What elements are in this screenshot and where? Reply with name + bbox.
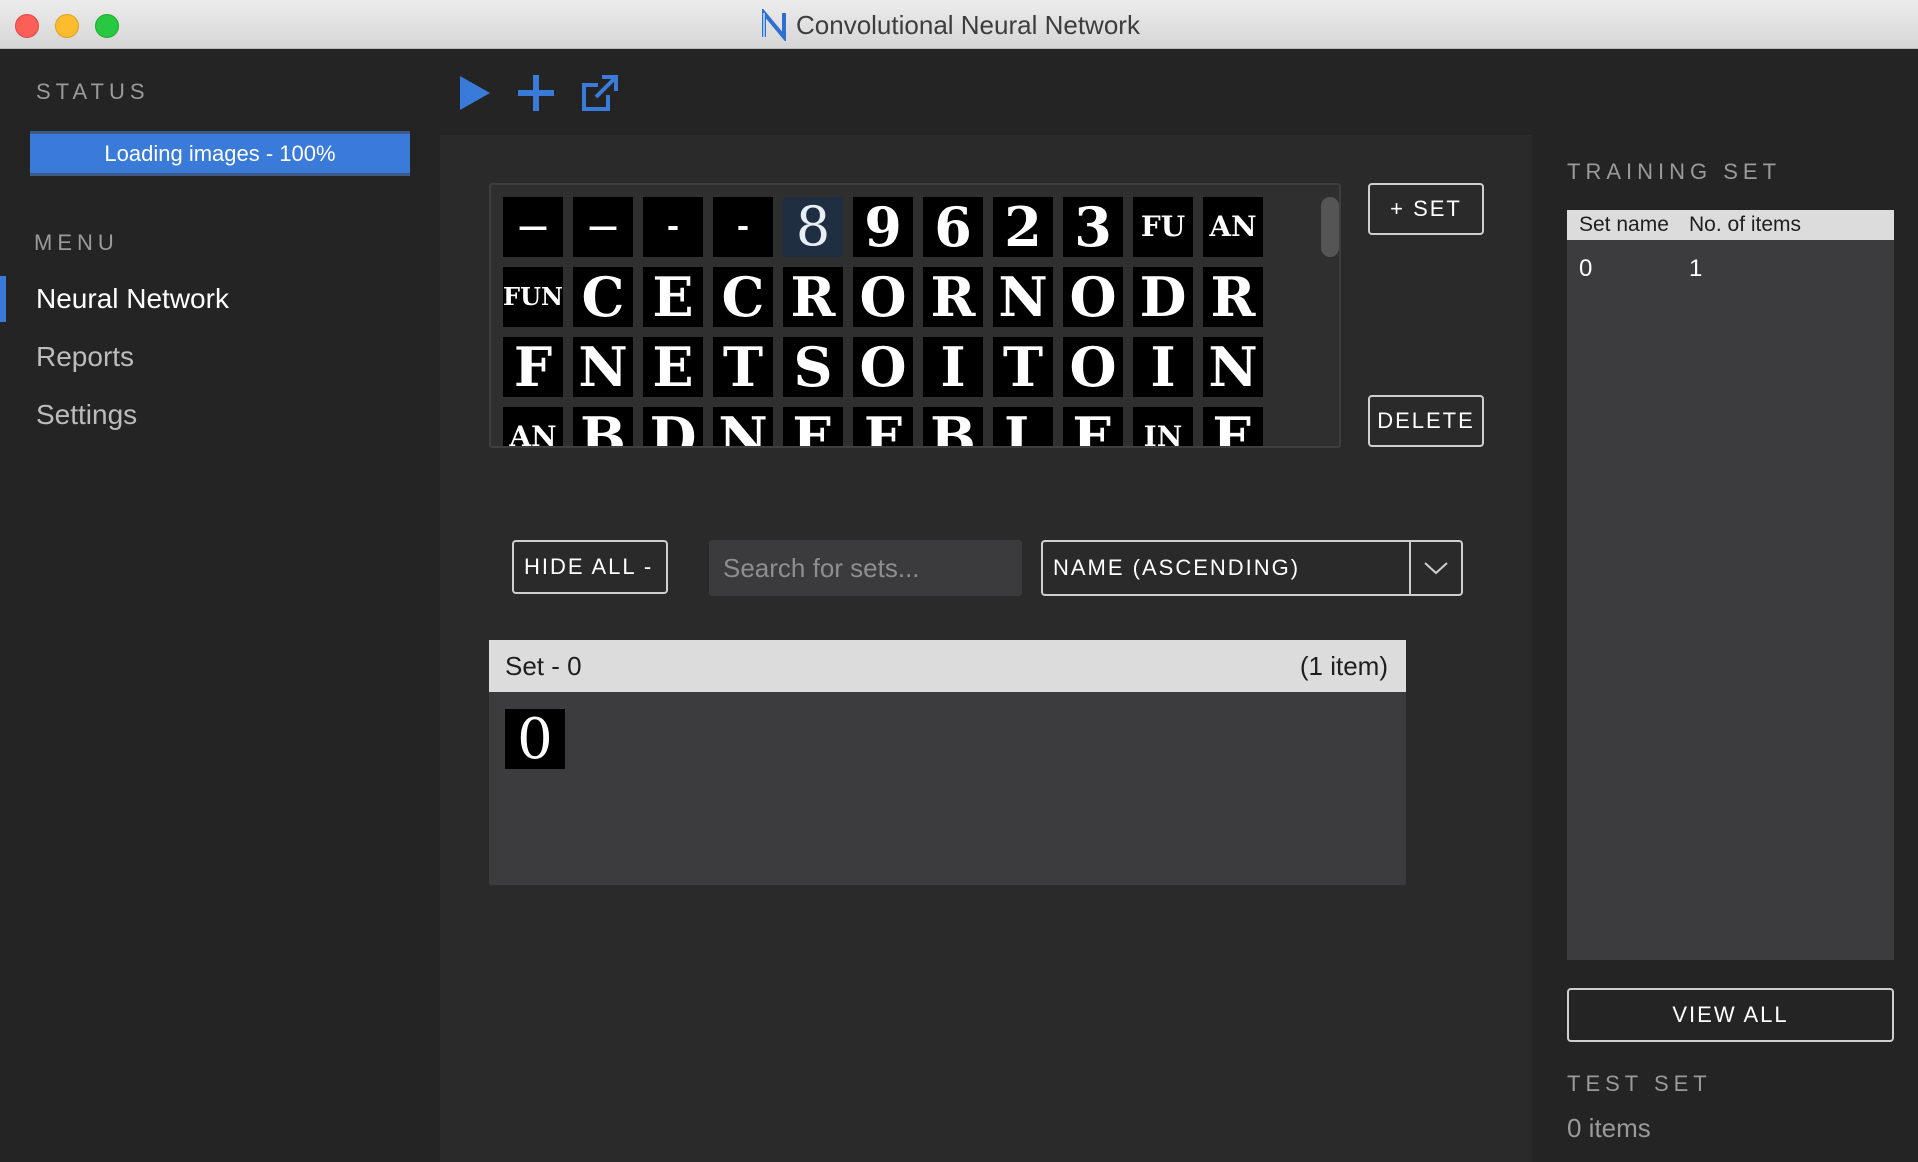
glyph-image[interactable]: R bbox=[923, 267, 983, 327]
glyph-image[interactable]: N bbox=[713, 407, 773, 446]
add-set-button[interactable]: + SET bbox=[1368, 183, 1484, 235]
active-menu-indicator bbox=[0, 276, 6, 322]
glyph-image[interactable]: T bbox=[713, 337, 773, 397]
toolbar bbox=[440, 49, 1918, 135]
minimize-window-button[interactable] bbox=[55, 14, 79, 38]
glyph-image[interactable]: 9 bbox=[853, 197, 913, 257]
glyph-image[interactable]: N bbox=[1203, 337, 1263, 397]
glyph-image[interactable]: I bbox=[1133, 337, 1193, 397]
sort-select-arrow[interactable] bbox=[1409, 542, 1461, 594]
glyph-image[interactable]: O bbox=[853, 267, 913, 327]
glyph-image[interactable]: — bbox=[573, 197, 633, 257]
app-logo-icon bbox=[762, 9, 786, 41]
glyph-image[interactable]: R bbox=[783, 267, 843, 327]
menu-item-neural-network[interactable]: Neural Network bbox=[36, 283, 229, 315]
chevron-down-icon bbox=[1424, 562, 1448, 575]
glyph-image[interactable]: R bbox=[1203, 267, 1263, 327]
hide-all-button[interactable]: HIDE ALL - bbox=[512, 540, 668, 594]
status-label: STATUS bbox=[36, 79, 150, 104]
plus-icon[interactable] bbox=[514, 71, 558, 115]
glyph-image[interactable]: E bbox=[1203, 407, 1263, 446]
glyph-image[interactable]: FUN bbox=[503, 267, 563, 327]
sidebar: STATUS Loading images - 100% MENU Neural… bbox=[0, 49, 440, 1162]
glyph-image[interactable]: E bbox=[643, 337, 703, 397]
glyph-image[interactable]: S bbox=[783, 337, 843, 397]
glyph-image[interactable]: B bbox=[573, 407, 633, 446]
zoom-window-button[interactable] bbox=[95, 14, 119, 38]
set-thumbnail[interactable]: 0 bbox=[505, 707, 565, 772]
view-all-button[interactable]: VIEW ALL bbox=[1567, 988, 1894, 1042]
title-bar: Convolutional Neural Network bbox=[0, 0, 1918, 49]
glyph-image[interactable]: D bbox=[643, 407, 703, 446]
menu-item-reports[interactable]: Reports bbox=[36, 341, 134, 373]
progress-text: Loading images - 100% bbox=[104, 140, 336, 166]
search-input[interactable] bbox=[723, 552, 1022, 584]
right-panel: TRAINING SET Set name No. of items 0 1 V… bbox=[1532, 135, 1918, 1162]
set-card[interactable]: Set - 0 (1 item) 0 bbox=[489, 640, 1406, 885]
search-box bbox=[709, 540, 1022, 596]
glyph-image[interactable]: N bbox=[993, 267, 1053, 327]
set-card-header[interactable]: Set - 0 (1 item) bbox=[489, 640, 1406, 692]
training-set-label: TRAINING SET bbox=[1567, 159, 1782, 184]
glyph-image[interactable]: 6 bbox=[923, 197, 983, 257]
glyph-image[interactable]: 3 bbox=[1063, 197, 1123, 257]
glyph-image[interactable]: O bbox=[853, 337, 913, 397]
table-row[interactable]: 0 1 bbox=[1567, 240, 1894, 298]
menu-label: MENU bbox=[34, 230, 119, 255]
training-set-table: Set name No. of items 0 1 bbox=[1567, 210, 1894, 960]
loading-progress-bar: Loading images - 100% bbox=[30, 131, 410, 176]
image-grid-scrollbar[interactable] bbox=[1321, 197, 1339, 257]
glyph-image[interactable]: O bbox=[1063, 337, 1123, 397]
glyph-grid: — — - -8 9 6 2 3 FU AN FUN C E C R O R N O D R F N E T S O I T O I N AN B… bbox=[503, 197, 1283, 446]
row-item-count: 1 bbox=[1689, 255, 1703, 282]
delete-button[interactable]: DELETE bbox=[1368, 395, 1484, 447]
sort-select[interactable]: NAME (ASCENDING) bbox=[1041, 540, 1463, 596]
glyph-image[interactable]: - bbox=[643, 197, 703, 257]
glyph-image[interactable]: FU bbox=[1133, 197, 1193, 257]
glyph-image[interactable]: I bbox=[923, 337, 983, 397]
set-card-title: Set - 0 bbox=[505, 650, 582, 681]
window-title-wrap: Convolutional Neural Network bbox=[760, 9, 1140, 41]
glyph-image[interactable]: — bbox=[503, 197, 563, 257]
close-window-button[interactable] bbox=[15, 14, 39, 38]
glyph-image[interactable]: D bbox=[1133, 267, 1193, 327]
column-header-set-name: Set name bbox=[1579, 213, 1669, 236]
set-card-count: (1 item) bbox=[1299, 650, 1388, 681]
glyph-image[interactable]: AN bbox=[1203, 197, 1263, 257]
glyph-image[interactable]: E bbox=[1063, 407, 1123, 446]
glyph-image[interactable]: T bbox=[993, 337, 1053, 397]
glyph-image[interactable]: N bbox=[573, 337, 633, 397]
glyph-image[interactable]: E bbox=[783, 407, 843, 446]
window-title: Convolutional Neural Network bbox=[796, 9, 1140, 40]
test-set-count: 0 items bbox=[1567, 1113, 1651, 1143]
image-grid[interactable]: — — - -8 9 6 2 3 FU AN FUN C E C R O R N O D R F N E T S O I T O I N AN B… bbox=[489, 183, 1341, 448]
sort-select-value: NAME (ASCENDING) bbox=[1053, 555, 1301, 580]
menu-item-settings[interactable]: Settings bbox=[36, 399, 137, 431]
play-icon[interactable] bbox=[452, 71, 496, 115]
test-set-label: TEST SET bbox=[1567, 1071, 1712, 1096]
glyph-image[interactable]: O bbox=[1063, 267, 1123, 327]
row-set-name: 0 bbox=[1579, 255, 1593, 282]
table-header: Set name No. of items bbox=[1567, 210, 1894, 240]
glyph-image[interactable]: 8 bbox=[783, 197, 843, 257]
glyph-image[interactable]: AN bbox=[503, 407, 563, 446]
glyph-image[interactable]: IN bbox=[1133, 407, 1193, 446]
glyph-image[interactable]: L bbox=[993, 407, 1053, 446]
column-header-item-count: No. of items bbox=[1689, 213, 1802, 236]
glyph-image[interactable]: B bbox=[923, 407, 983, 446]
glyph-image[interactable]: C bbox=[713, 267, 773, 327]
glyph-image[interactable]: - bbox=[713, 197, 773, 257]
glyph-image[interactable]: F bbox=[503, 337, 563, 397]
glyph-image[interactable]: F bbox=[853, 407, 913, 446]
glyph-image[interactable]: C bbox=[573, 267, 633, 327]
glyph-image[interactable]: 2 bbox=[993, 197, 1053, 257]
main-panel: — — - -8 9 6 2 3 FU AN FUN C E C R O R N O D R F N E T S O I T O I N AN B… bbox=[440, 135, 1532, 1162]
external-link-icon[interactable] bbox=[578, 71, 622, 115]
glyph-image[interactable]: E bbox=[643, 267, 703, 327]
